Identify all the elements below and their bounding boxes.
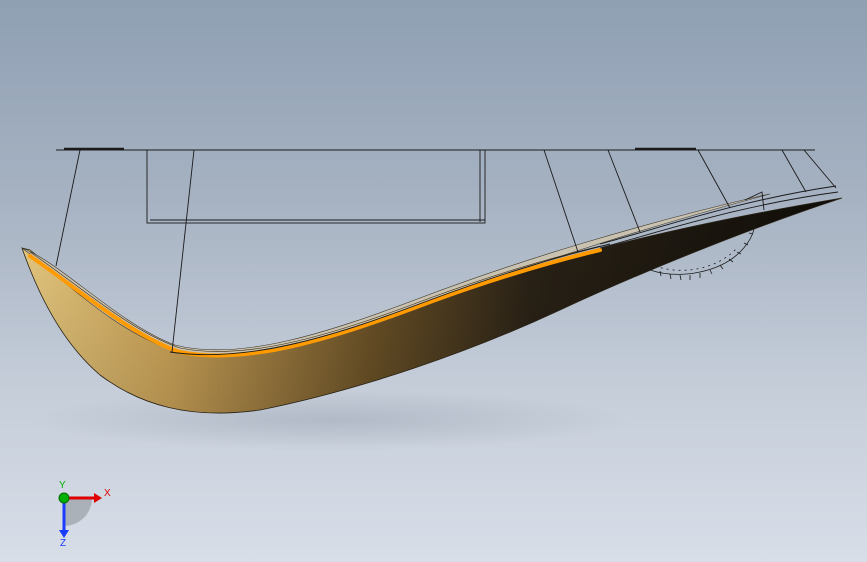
sketch-rectangle[interactable] [146, 149, 486, 224]
model-scene[interactable] [0, 0, 867, 562]
reference-triad[interactable]: X Y Z [44, 478, 124, 548]
sketch-support-line-5[interactable] [697, 149, 731, 209]
x-axis-label: X [104, 488, 111, 499]
y-axis-dot-icon [58, 492, 70, 504]
curved-blade-shading [22, 198, 842, 414]
graphics-viewport[interactable]: X Y Z [0, 0, 867, 562]
sketch-support-line-6[interactable] [781, 149, 807, 193]
sketch-support-line-4[interactable] [607, 149, 641, 233]
part-shadow [30, 390, 630, 450]
sketch-support-line-1[interactable] [55, 149, 81, 267]
z-axis-label: Z [60, 538, 66, 548]
sketch-support-line-7[interactable] [803, 149, 837, 189]
z-axis-arrow-icon [59, 530, 69, 538]
sketch-support-line-2[interactable] [171, 149, 195, 353]
x-axis-arrow-icon [94, 493, 102, 503]
y-axis-label: Y [59, 480, 66, 491]
triad-shadow-arc [64, 498, 92, 526]
sketch-support-line-3[interactable] [543, 149, 579, 253]
